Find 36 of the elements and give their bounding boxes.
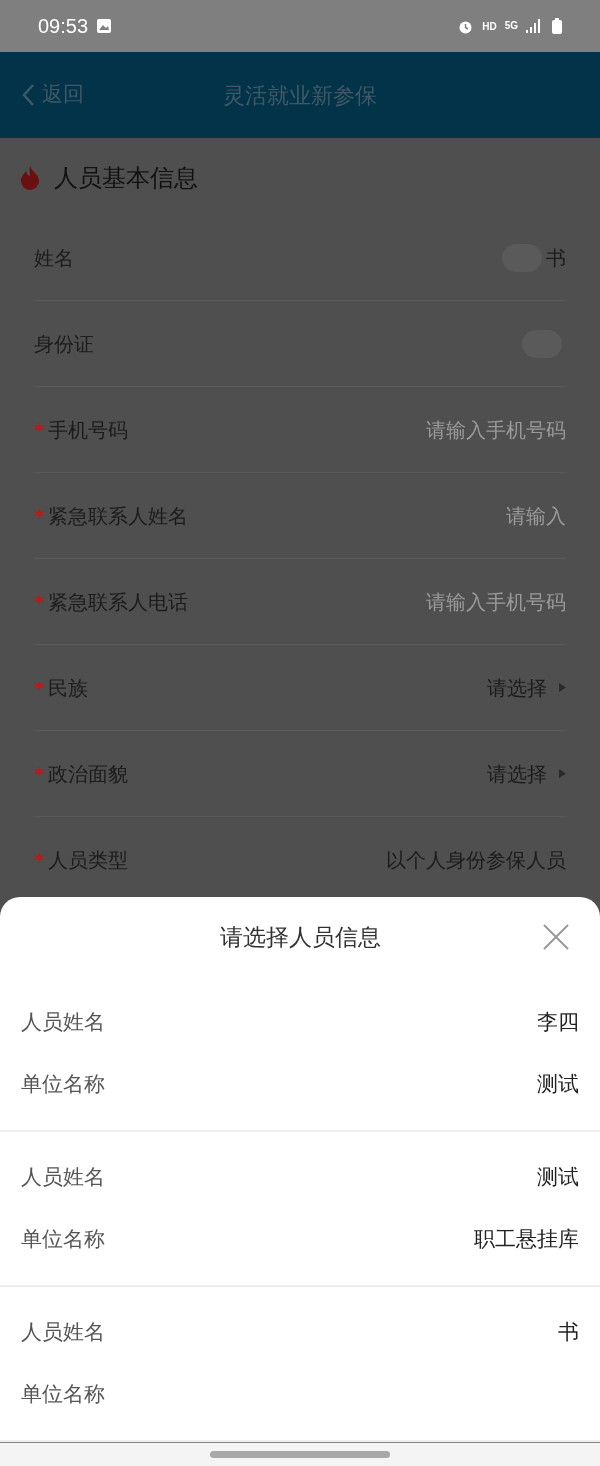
image-icon	[96, 18, 113, 34]
text-field[interactable]: 请输入手机号码	[266, 414, 566, 445]
text-field[interactable]: 请输入	[266, 500, 566, 531]
record-value: 书	[558, 1319, 579, 1346]
required-mark: *	[34, 760, 45, 788]
required-mark: *	[34, 674, 45, 702]
network-type: 5G	[504, 21, 518, 31]
text-field[interactable]: 请输入手机号码	[266, 586, 566, 617]
chevron-left-icon	[22, 84, 34, 106]
record-value: 测试	[537, 1070, 579, 1098]
required-mark: *	[34, 588, 45, 616]
record-value: 测试	[537, 1164, 579, 1191]
record-label: 单位名称	[21, 1070, 105, 1098]
close-button[interactable]	[542, 923, 570, 951]
record-label: 人员姓名	[21, 1009, 105, 1036]
battery-icon	[552, 18, 562, 34]
caret-icon	[559, 683, 566, 692]
network-label: HD	[482, 19, 497, 34]
close-icon	[543, 924, 569, 950]
person-record[interactable]: 人员姓名 测试 单位名称 职工悬挂库	[0, 1132, 600, 1287]
flame-icon	[18, 165, 42, 191]
page-title: 灵活就业新参保	[223, 81, 377, 110]
required-mark: *	[34, 846, 45, 874]
record-label: 人员姓名	[21, 1319, 105, 1346]
required-mark: *	[34, 416, 45, 444]
sheet-title: 请选择人员信息	[219, 922, 381, 952]
section-title: 人员基本信息	[54, 163, 198, 194]
record-label: 单位名称	[21, 1225, 105, 1253]
record-label: 人员姓名	[21, 1164, 105, 1191]
status-time: 09:53	[38, 14, 89, 39]
record-value: 职工悬挂库	[474, 1225, 579, 1253]
required-mark: *	[34, 502, 45, 530]
caret-icon	[559, 769, 566, 778]
record-value: 李四	[537, 1009, 579, 1036]
person-record[interactable]: 人员姓名 李四 单位名称 测试	[0, 977, 600, 1132]
record-label: 单位名称	[21, 1380, 105, 1408]
